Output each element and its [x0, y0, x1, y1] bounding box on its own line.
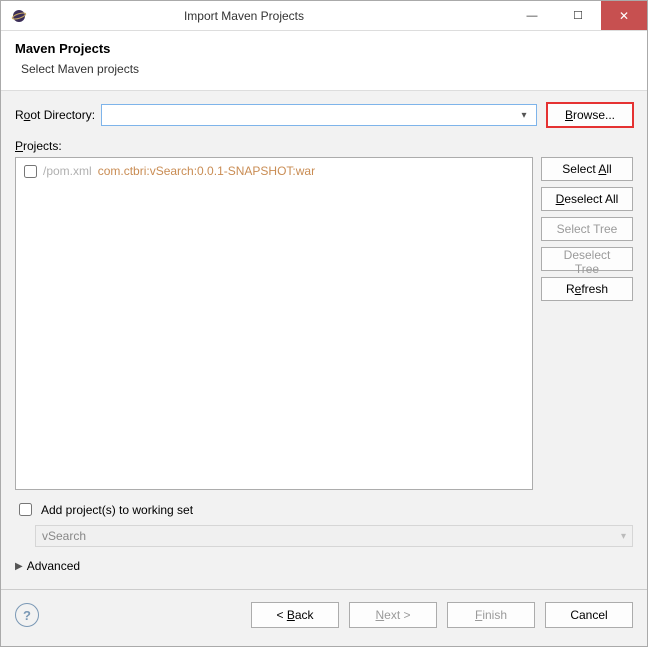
minimize-button[interactable]: — [509, 1, 555, 30]
advanced-label: Advanced [27, 559, 80, 573]
projects-label: Projects: [15, 139, 633, 153]
chevron-down-icon[interactable]: ▾ [516, 110, 532, 121]
chevron-down-icon: ▾ [621, 531, 626, 542]
working-set-value: vSearch [42, 529, 86, 543]
help-button[interactable]: ? [15, 603, 39, 627]
root-directory-label: Root Directory: [15, 108, 95, 122]
banner-subtitle: Select Maven projects [21, 62, 633, 76]
next-button: Next > [349, 602, 437, 628]
close-button[interactable]: ✕ [601, 1, 647, 30]
triangle-right-icon: ▶ [15, 561, 23, 572]
project-gav: com.ctbri:vSearch:0.0.1-SNAPSHOT:war [98, 164, 315, 178]
projects-tree[interactable]: /pom.xml com.ctbri:vSearch:0.0.1-SNAPSHO… [15, 157, 533, 490]
working-set-label: Add project(s) to working set [41, 503, 193, 517]
root-directory-input[interactable] [106, 108, 516, 122]
advanced-toggle[interactable]: ▶ Advanced [15, 559, 633, 573]
wizard-footer: ? < Back Next > Finish Cancel [1, 590, 647, 646]
wizard-content: Root Directory: ▾ Browse... Projects: /p… [1, 91, 647, 589]
project-item[interactable]: /pom.xml com.ctbri:vSearch:0.0.1-SNAPSHO… [24, 164, 524, 178]
banner-title: Maven Projects [15, 41, 633, 56]
project-pom: /pom.xml [43, 164, 92, 178]
cancel-button[interactable]: Cancel [545, 602, 633, 628]
wizard-banner: Maven Projects Select Maven projects [1, 31, 647, 91]
deselect-tree-button: Deselect Tree [541, 247, 633, 271]
window-title: Import Maven Projects [0, 9, 509, 23]
maximize-button[interactable]: ☐ [555, 1, 601, 30]
window-controls: — ☐ ✕ [509, 1, 647, 30]
refresh-button[interactable]: Refresh [541, 277, 633, 301]
root-directory-combo[interactable]: ▾ [101, 104, 537, 126]
tree-buttons: Select All Deselect All Select Tree Dese… [541, 157, 633, 490]
working-set-row: Add project(s) to working set [15, 500, 633, 519]
select-tree-button: Select Tree [541, 217, 633, 241]
root-directory-row: Root Directory: ▾ Browse... [15, 103, 633, 127]
titlebar: Import Maven Projects — ☐ ✕ [1, 1, 647, 31]
projects-area: /pom.xml com.ctbri:vSearch:0.0.1-SNAPSHO… [15, 157, 633, 490]
import-maven-dialog: Import Maven Projects — ☐ ✕ Maven Projec… [0, 0, 648, 647]
deselect-all-button[interactable]: Deselect All [541, 187, 633, 211]
working-set-checkbox[interactable] [19, 503, 32, 516]
project-checkbox[interactable] [24, 165, 37, 178]
browse-button[interactable]: Browse... [547, 103, 633, 127]
back-button[interactable]: < Back [251, 602, 339, 628]
footer-buttons: < Back Next > Finish Cancel [251, 602, 633, 628]
working-set-combo: vSearch ▾ [35, 525, 633, 547]
finish-button: Finish [447, 602, 535, 628]
select-all-button[interactable]: Select All [541, 157, 633, 181]
